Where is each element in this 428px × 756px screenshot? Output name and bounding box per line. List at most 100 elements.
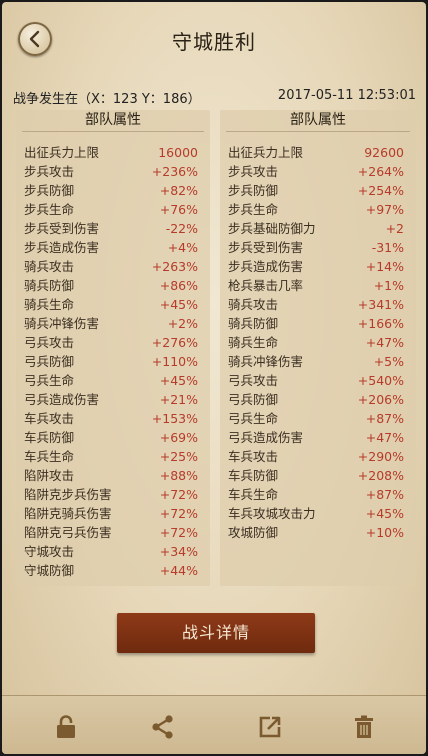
attribute-row: 弓兵造成伤害 +47% [228, 428, 404, 447]
attribute-row: 车兵生命 +25% [24, 447, 198, 466]
attribute-row: 弓兵防御 +206% [228, 390, 404, 409]
panel-title: 部队属性 [22, 110, 204, 132]
attribute-row: 枪兵暴击几率 +1% [228, 276, 404, 295]
delete-button[interactable] [349, 712, 379, 742]
attribute-row: 弓兵生命 +87% [228, 409, 404, 428]
attribute-value: +88% [159, 468, 198, 483]
attribute-label: 步兵防御 [24, 183, 75, 198]
attribute-value: -22% [165, 221, 198, 236]
lock-icon [57, 715, 75, 738]
attribute-row: 步兵受到伤害 -22% [24, 219, 198, 238]
attribute-label: 车兵攻击 [228, 449, 279, 464]
attribute-value: +206% [357, 392, 404, 407]
attribute-row: 出征兵力上限 92600 [228, 143, 404, 162]
attribute-value: -31% [371, 240, 404, 255]
attribute-row: 车兵攻城攻击力 +45% [228, 504, 404, 523]
attribute-row: 骑兵生命 +47% [228, 333, 404, 352]
attribute-value: +97% [365, 202, 404, 217]
export-icon [259, 716, 281, 738]
attribute-value: +276% [151, 335, 198, 350]
attribute-label: 弓兵攻击 [228, 373, 279, 388]
attribute-label: 弓兵防御 [228, 392, 279, 407]
attribute-label: 弓兵生命 [24, 373, 75, 388]
attribute-label: 陷阱克骑兵伤害 [24, 506, 112, 521]
attribute-value: +45% [159, 373, 198, 388]
attribute-value: +4% [167, 240, 198, 255]
attribute-label: 出征兵力上限 [228, 145, 304, 160]
attribute-label: 车兵攻城攻击力 [228, 506, 316, 521]
attribute-value: +87% [365, 411, 404, 426]
battle-info-line: 战争发生在（X：123 Y：186） 2017-05-11 12:53:01 [13, 88, 416, 107]
attribute-label: 守城攻击 [24, 544, 75, 559]
attribute-label: 骑兵攻击 [228, 297, 279, 312]
attribute-value: +341% [357, 297, 404, 312]
attribute-row: 骑兵攻击 +341% [228, 295, 404, 314]
attribute-row: 车兵防御 +208% [228, 466, 404, 485]
attribute-row: 车兵生命 +87% [228, 485, 404, 504]
attribute-label: 步兵生命 [228, 202, 279, 217]
attribute-row: 守城防御 +44% [24, 561, 198, 580]
attribute-value: +72% [159, 525, 198, 540]
attribute-row: 步兵攻击 +236% [24, 162, 198, 181]
attribute-list: 出征兵力上限 16000 步兵攻击 +236% 步兵防御 +82% 步兵生命 +76% 步兵受到… [16, 132, 210, 580]
battle-location: 战争发生在（X：123 Y：186） [13, 92, 201, 107]
attribute-row: 骑兵生命 +45% [24, 295, 198, 314]
attribute-row: 车兵攻击 +153% [24, 409, 198, 428]
attribute-row: 弓兵生命 +45% [24, 371, 198, 390]
attribute-label: 守城防御 [24, 563, 75, 578]
attribute-row: 陷阱克弓兵伤害 +72% [24, 523, 198, 542]
attribute-label: 陷阱克弓兵伤害 [24, 525, 112, 540]
attribute-value: +166% [357, 316, 404, 331]
attribute-label: 步兵防御 [228, 183, 279, 198]
attribute-row: 弓兵造成伤害 +21% [24, 390, 198, 409]
battle-report-screen: 守城胜利 战争发生在（X：123 Y：186） 2017-05-11 12:53… [2, 2, 426, 754]
attribute-value: +290% [357, 449, 404, 464]
defender-attributes-panel: 部队属性 出征兵力上限 16000 步兵攻击 +236% 步兵防御 +82% 步兵生命 +76… [16, 110, 210, 586]
attribute-value: +2 [385, 221, 404, 236]
attribute-label: 弓兵造成伤害 [228, 430, 304, 445]
attribute-value: +110% [151, 354, 198, 369]
attribute-row: 步兵防御 +254% [228, 181, 404, 200]
attribute-list: 出征兵力上限 92600 步兵攻击 +264% 步兵防御 +254% 步兵生命 +97% 步兵基… [220, 132, 416, 542]
attribute-label: 出征兵力上限 [24, 145, 100, 160]
attribute-value: +72% [159, 487, 198, 502]
attribute-row: 陷阱克步兵伤害 +72% [24, 485, 198, 504]
attribute-value: +2% [167, 316, 198, 331]
attribute-label: 步兵受到伤害 [24, 221, 100, 236]
attribute-value: +153% [151, 411, 198, 426]
attribute-label: 步兵生命 [24, 202, 75, 217]
trash-icon [355, 715, 373, 738]
attribute-row: 车兵攻击 +290% [228, 447, 404, 466]
attribute-value: +25% [159, 449, 198, 464]
attribute-label: 骑兵防御 [228, 316, 279, 331]
attribute-row: 骑兵冲锋伤害 +2% [24, 314, 198, 333]
battle-details-button[interactable]: 战斗详情 [117, 613, 315, 653]
attribute-value: +540% [357, 373, 404, 388]
attribute-value: +1% [373, 278, 404, 293]
attribute-value: +263% [151, 259, 198, 274]
attribute-value: +87% [365, 487, 404, 502]
battle-datetime: 2017-05-11 12:53:01 [277, 88, 416, 103]
attribute-row: 骑兵防御 +166% [228, 314, 404, 333]
attribute-value: +69% [159, 430, 198, 445]
attribute-value: +5% [373, 354, 404, 369]
attribute-label: 步兵攻击 [24, 164, 75, 179]
attribute-row: 步兵基础防御力 +2 [228, 219, 404, 238]
attribute-value: +10% [365, 525, 404, 540]
attribute-row: 骑兵冲锋伤害 +5% [228, 352, 404, 371]
attribute-row: 步兵生命 +76% [24, 200, 198, 219]
attribute-value: +45% [159, 297, 198, 312]
attribute-value: 92600 [364, 145, 404, 160]
attribute-row: 步兵防御 +82% [24, 181, 198, 200]
attribute-label: 骑兵生命 [24, 297, 75, 312]
export-button[interactable] [255, 712, 285, 742]
attribute-label: 弓兵生命 [228, 411, 279, 426]
attribute-value: +47% [365, 430, 404, 445]
attribute-value: +44% [159, 563, 198, 578]
share-button[interactable] [148, 712, 178, 742]
attribute-value: +82% [159, 183, 198, 198]
attribute-row: 弓兵攻击 +276% [24, 333, 198, 352]
attribute-row: 骑兵防御 +86% [24, 276, 198, 295]
lock-button[interactable] [51, 712, 81, 742]
attribute-row: 步兵受到伤害 -31% [228, 238, 404, 257]
